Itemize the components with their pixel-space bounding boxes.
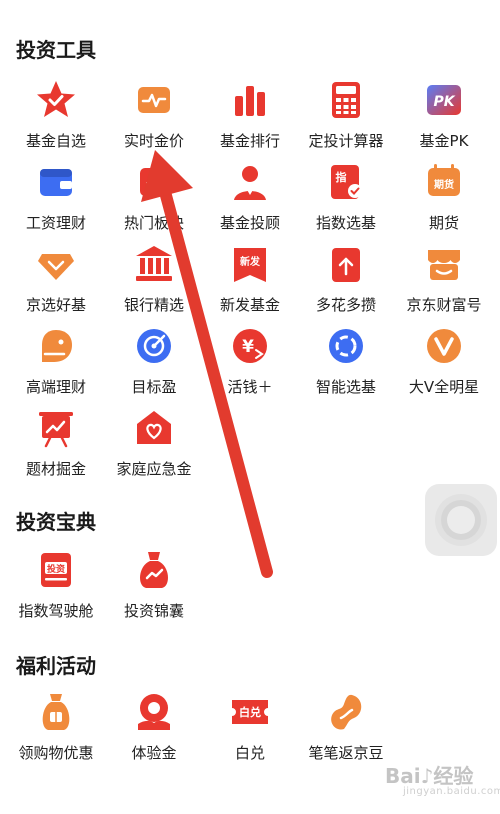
ticket-icon: 白兑 [228, 690, 272, 734]
target-icon [132, 324, 176, 368]
floating-assist-button[interactable] [425, 484, 497, 556]
guide-item-label: 指数驾驶舱 [18, 602, 94, 620]
invest-badge-icon-text: 投资 [47, 563, 65, 575]
tool-item-premium-finance[interactable]: 高端理财 [6, 324, 106, 397]
welfare-item-label: 白兑 [234, 744, 265, 762]
welfare-item-label: 体验金 [131, 744, 177, 762]
tool-item-label: 家庭应急金 [116, 460, 192, 478]
welfare-item-jd-beans[interactable]: 笔笔返京豆 [296, 690, 396, 763]
bag-arrow-icon [324, 242, 368, 286]
guide-item-invest-tips[interactable]: 投资锦囊 [104, 548, 204, 621]
tool-item-label: 活钱＋ [227, 378, 273, 396]
calculator-icon [324, 78, 368, 122]
tool-item-label: 期货 [428, 214, 459, 232]
pk-icon-text: PK [433, 94, 455, 110]
section-title-tools: 投资工具 [16, 38, 96, 62]
tool-item-label: 指数选基 [315, 214, 376, 232]
trial-gold-icon [132, 690, 176, 734]
bank-icon [132, 242, 176, 286]
invest-badge-icon: 投资 [34, 548, 78, 592]
tool-item-label: 多花多攒 [315, 296, 376, 314]
index-icon: 指 [324, 160, 368, 204]
smart-ring-icon [324, 324, 368, 368]
board-trend-icon [34, 406, 78, 450]
pulse-icon [132, 78, 176, 122]
tool-item-label: 实时金价 [123, 132, 184, 150]
tool-item-fund-pk[interactable]: PK 基金PK [394, 78, 494, 151]
tool-item-label: 京东财富号 [406, 296, 482, 314]
watermark-brand: Bai♪经验 [385, 764, 474, 788]
welfare-item-baidui[interactable]: 白兑 白兑 [200, 690, 300, 763]
tool-item-jd-select[interactable]: 京选好基 [6, 242, 106, 315]
tool-item-label: 目标盈 [131, 378, 177, 396]
tool-item-spend-save[interactable]: 多花多攒 [296, 242, 396, 315]
tool-item-label: 定投计算器 [308, 132, 384, 150]
welfare-item-shopping-coupon[interactable]: 领购物优惠 [6, 690, 106, 763]
tool-item-label: 题材掘金 [25, 460, 86, 478]
tool-item-fund-watchlist[interactable]: 基金自选 [6, 78, 106, 151]
tool-item-label: 大V全明星 [408, 378, 480, 396]
index-icon-text: 指 [336, 170, 347, 184]
tool-item-fund-advisor[interactable]: 基金投顾 [200, 160, 300, 233]
watermark-url: jingyan.baidu.com [403, 786, 500, 797]
watermark: Bai♪经验 jingyan.baidu.com [385, 760, 500, 804]
coupon-bag-icon [34, 690, 78, 734]
tool-item-theme-mining[interactable]: 题材掘金 [6, 406, 106, 479]
shop-icon [422, 242, 466, 286]
futures-icon-text: 期货 [434, 178, 454, 191]
welfare-item-label: 笔笔返京豆 [308, 744, 384, 762]
v-star-icon [422, 324, 466, 368]
tool-item-family-emergency[interactable]: 家庭应急金 [104, 406, 204, 479]
premium-icon [34, 324, 78, 368]
svg-text:¥: ¥ [242, 337, 254, 357]
tool-item-target-profit[interactable]: 目标盈 [104, 324, 204, 397]
tool-item-bank-select[interactable]: 银行精选 [104, 242, 204, 315]
futures-icon: 期货 [422, 160, 466, 204]
tool-item-futures[interactable]: 期货 期货 [394, 160, 494, 233]
home-heart-icon [132, 406, 176, 450]
wallet-icon [34, 160, 78, 204]
tool-item-jd-wealth[interactable]: 京东财富号 [394, 242, 494, 315]
guide-item-label: 投资锦囊 [123, 602, 184, 620]
tool-item-label: 银行精选 [123, 296, 184, 314]
tool-item-label: 新发基金 [219, 296, 280, 314]
tool-item-label: 高端理财 [25, 378, 86, 396]
tool-item-salary-finance[interactable]: 工资理财 [6, 160, 106, 233]
tool-item-label: 智能选基 [315, 378, 376, 396]
diamond-icon [34, 242, 78, 286]
tool-item-plan-calculator[interactable]: 定投计算器 [296, 78, 396, 151]
star-icon [34, 78, 78, 122]
pk-icon: PK [422, 78, 466, 122]
tool-item-index-fund[interactable]: 指 指数选基 [296, 160, 396, 233]
guide-item-index-cockpit[interactable]: 投资 指数驾驶舱 [6, 548, 106, 621]
ticket-icon-text: 白兑 [239, 705, 261, 719]
tool-item-label: 基金PK [419, 132, 469, 150]
tool-item-label: 基金排行 [219, 132, 280, 150]
new-fund-icon: 新发 [228, 242, 272, 286]
floating-core-icon [447, 506, 475, 534]
tool-item-label: 京选好基 [25, 296, 86, 314]
tool-item-gold-price[interactable]: 实时金价 [104, 78, 204, 151]
section-title-guide: 投资宝典 [16, 510, 96, 534]
tool-item-label: 基金投顾 [219, 214, 280, 232]
tool-item-new-fund[interactable]: 新发 新发基金 [200, 242, 300, 315]
pouch-icon [132, 548, 176, 592]
tool-item-flexible-money[interactable]: ¥ 活钱＋ [200, 324, 300, 397]
tool-item-label: 基金自选 [25, 132, 86, 150]
yuan-icon: ¥ [228, 324, 272, 368]
bar-chart-icon [228, 78, 272, 122]
tool-item-smart-select[interactable]: 智能选基 [296, 324, 396, 397]
bean-icon [324, 690, 368, 734]
tool-item-label: 工资理财 [25, 214, 86, 232]
section-title-welfare: 福利活动 [16, 654, 96, 678]
welfare-item-label: 领购物优惠 [18, 744, 94, 762]
welfare-item-trial-gold[interactable]: 体验金 [104, 690, 204, 763]
tool-item-fund-ranking[interactable]: 基金排行 [200, 78, 300, 151]
tool-item-v-allstar[interactable]: 大V全明星 [394, 324, 494, 397]
tool-item-hot-sector[interactable]: 热门板块 [104, 160, 204, 233]
hot-sector-icon [132, 160, 176, 204]
new-fund-icon-text: 新发 [240, 255, 261, 268]
advisor-icon [228, 160, 272, 204]
tool-item-label: 热门板块 [123, 214, 184, 232]
